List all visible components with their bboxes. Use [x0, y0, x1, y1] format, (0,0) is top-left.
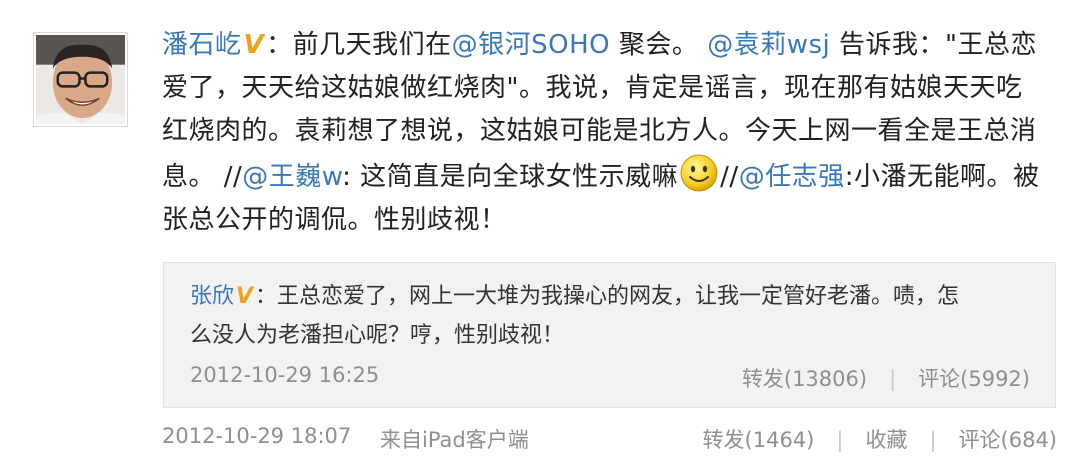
repost-forward-button[interactable]: 转发(13806) [742, 363, 867, 393]
post-text: // [720, 162, 739, 192]
post-text: 息。 // [162, 162, 243, 192]
repost-comment-button[interactable]: 评论(5992) [918, 363, 1030, 393]
mention-link[interactable]: @任志强 [739, 162, 845, 192]
post-text: ：前几天我们在 [266, 30, 452, 60]
post-source-link[interactable]: 来自iPad客户端 [380, 424, 529, 454]
separator: | [889, 367, 897, 391]
verified-v-badge-icon[interactable]: V [236, 277, 253, 316]
post-line-1: 潘石屹V：前几天我们在@银河SOHO 聚会。 @袁莉wsj 告诉我："王总恋 [162, 24, 1052, 67]
mention-link[interactable]: @王巍w [242, 162, 342, 192]
mention-link[interactable]: @袁莉wsj [707, 30, 830, 60]
repost-author-link[interactable]: 张欣 [190, 284, 234, 309]
repost-body: 张欣V：王总恋爱了，网上一大堆为我操心的网友，让我一定管好老潘。啧，怎 么没人为… [190, 277, 1030, 355]
comment-button[interactable]: 评论(684) [959, 424, 1057, 454]
forward-button[interactable]: 转发(1464) [703, 424, 815, 454]
post-body: 潘石屹V：前几天我们在@银河SOHO 聚会。 @袁莉wsj 告诉我："王总恋 爱… [162, 24, 1052, 242]
post-line-5: 张总公开的调侃。性别歧视！ [162, 205, 507, 235]
smiley-emoticon-icon [679, 153, 719, 193]
post-line-4: 息。 //@王巍w: 这简直是向全球女性示威嘛 //@任志强:小潘无能啊。被 [162, 153, 1052, 199]
verified-v-badge-icon[interactable]: V [244, 24, 265, 67]
repost-actions: 转发(13806) | 评论(5992) [742, 363, 1030, 393]
repost-line-1: 张欣V：王总恋爱了，网上一大堆为我操心的网友，让我一定管好老潘。啧，怎 [190, 277, 1030, 316]
user-avatar-portrait [36, 35, 125, 124]
avatar[interactable] [33, 32, 128, 127]
post-actions: 转发(1464) | 收藏 | 评论(684) [703, 424, 1057, 454]
separator: | [836, 428, 844, 452]
separator: | [929, 428, 937, 452]
post-text: :小潘无能啊。被 [844, 162, 1040, 192]
post-text: : 这简直是向全球女性示威嘛 [342, 162, 679, 192]
post-timestamp-link[interactable]: 2012-10-29 18:07 [162, 424, 351, 448]
repost-timestamp-link[interactable]: 2012-10-29 16:25 [190, 363, 379, 387]
mention-link[interactable]: @银河SOHO [452, 30, 611, 60]
favorite-button[interactable]: 收藏 [865, 424, 907, 454]
reposted-original: 张欣V：王总恋爱了，网上一大堆为我操心的网友，让我一定管好老潘。啧，怎 么没人为… [163, 262, 1056, 408]
weibo-post-card: 潘石屹V：前几天我们在@银河SOHO 聚会。 @袁莉wsj 告诉我："王总恋 爱… [0, 0, 1080, 467]
post-text: 聚会。 [610, 30, 699, 60]
post-line-2: 爱了，天天给这姑娘做红烧肉"。我说，肯定是谣言，现在那有姑娘天天吃 [162, 73, 1023, 103]
post-text: 告诉我："王总恋 [830, 30, 1037, 60]
repost-line-2: 么没人为老潘担心呢？哼，性别歧视！ [190, 323, 565, 348]
repost-text: ：王总恋爱了，网上一大堆为我操心的网友，让我一定管好老潘。啧，怎 [255, 284, 960, 309]
author-name-link[interactable]: 潘石屹 [162, 30, 242, 60]
post-line-3: 红烧肉的。袁莉想了想说，这姑娘可能是北方人。今天上网一看全是王总消 [162, 116, 1037, 146]
